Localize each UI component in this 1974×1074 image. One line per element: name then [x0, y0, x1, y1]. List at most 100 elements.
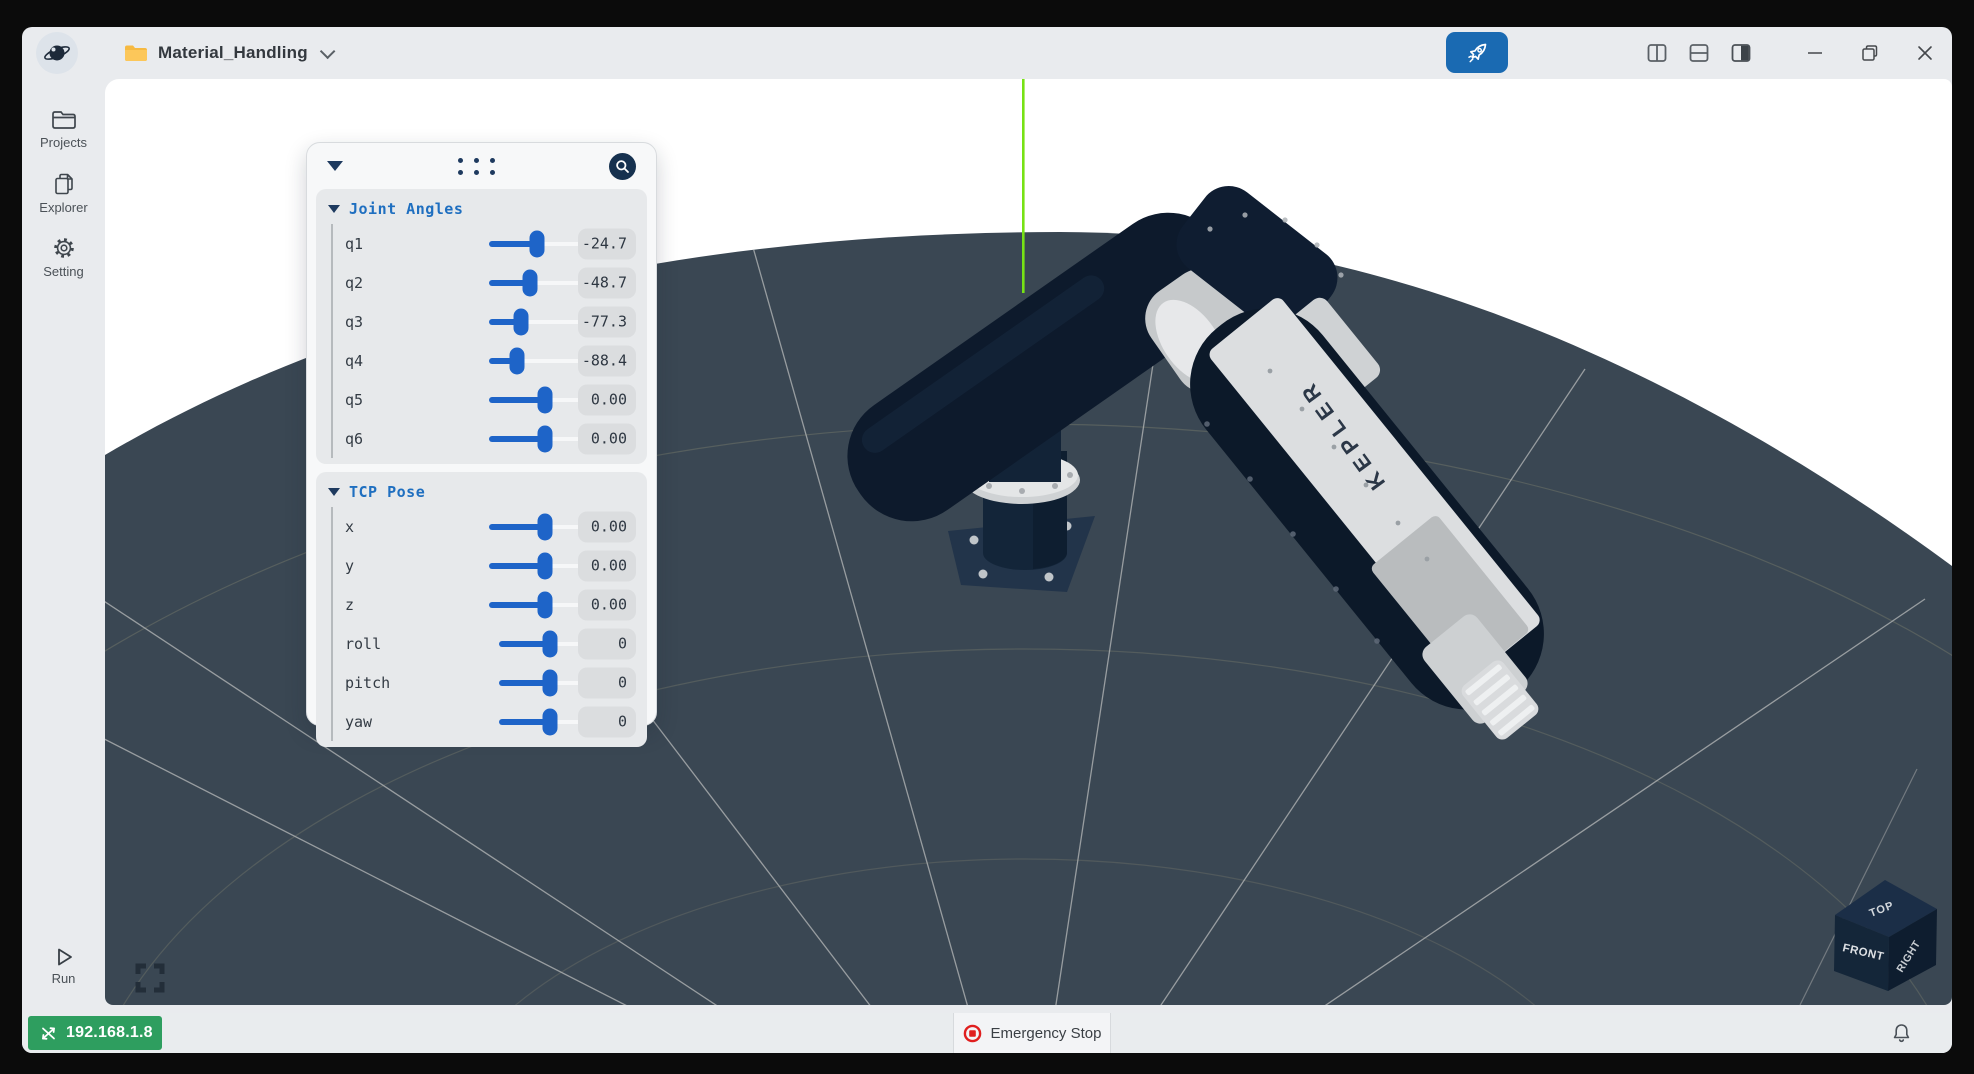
slider-thumb[interactable] — [543, 708, 558, 735]
slider-label: x — [345, 518, 354, 536]
slider-value[interactable]: 0 — [578, 667, 636, 698]
slider-rows: q1 -24.7 q2 -48.7 q3 -77.3 q4 -88.4 q5 — [331, 224, 639, 458]
search-button[interactable] — [609, 153, 636, 180]
ip-address: 192.168.1.8 — [66, 1024, 153, 1042]
bell-icon — [1891, 1022, 1912, 1044]
slider-thumb[interactable] — [530, 230, 545, 257]
planet-icon — [42, 38, 72, 68]
slider-thumb[interactable] — [538, 591, 553, 618]
sidebar-label: Projects — [40, 135, 87, 150]
split-columns-icon[interactable] — [1646, 42, 1668, 64]
emergency-stop-label: Emergency Stop — [991, 1025, 1102, 1042]
sidebar-label: Explorer — [39, 200, 87, 215]
project-selector[interactable]: Material_Handling — [124, 27, 331, 79]
slider-row: q2 -48.7 — [333, 263, 639, 302]
slider-value[interactable]: -24.7 — [578, 228, 636, 259]
folder-icon — [124, 43, 148, 63]
app-logo — [36, 32, 78, 74]
slider-row: q5 0.00 — [333, 380, 639, 419]
slider-row: q4 -88.4 — [333, 341, 639, 380]
collapse-triangle-icon — [328, 488, 340, 496]
run-button[interactable]: Run — [22, 937, 105, 995]
slider-thumb[interactable] — [510, 347, 525, 374]
slider-thumb[interactable] — [538, 386, 553, 413]
project-title: Material_Handling — [158, 43, 308, 63]
slider-label: y — [345, 557, 354, 575]
slider-row: y 0.00 — [333, 546, 639, 585]
emergency-stop-icon — [963, 1024, 982, 1043]
slider-label: q4 — [345, 352, 363, 370]
slider-label: yaw — [345, 713, 372, 731]
drag-handle-dots-icon[interactable] — [458, 158, 495, 175]
slider-value[interactable]: 0 — [578, 628, 636, 659]
collapse-triangle-icon — [328, 205, 340, 213]
slider-rows: x 0.00 y 0.00 z 0.00 roll 0 pitch — [331, 507, 639, 741]
recenter-crosshair-icon[interactable] — [131, 959, 169, 997]
slider-thumb[interactable] — [538, 425, 553, 452]
launch-button[interactable] — [1446, 32, 1508, 73]
vertical-axis-line — [1022, 79, 1025, 293]
emergency-stop-button[interactable]: Emergency Stop — [953, 1013, 1111, 1053]
sidebar-label: Setting — [43, 264, 83, 279]
slider-label: pitch — [345, 674, 390, 692]
slider-thumb[interactable] — [543, 669, 558, 696]
slider-thumb[interactable] — [538, 552, 553, 579]
slider-value[interactable]: -48.7 — [578, 267, 636, 298]
joint-control-panel: Joint Angles q1 -24.7 q2 -48.7 q3 -77.3 … — [306, 142, 657, 726]
slider-row: pitch 0 — [333, 663, 639, 702]
slider-row: q6 0.00 — [333, 419, 639, 458]
slider-value[interactable]: 0 — [578, 706, 636, 737]
sidebar: Projects Explorer Setting Run — [22, 79, 105, 1013]
slider-value[interactable]: 0.00 — [578, 550, 636, 581]
rocket-icon — [1464, 40, 1490, 66]
connection-swap-icon — [40, 1025, 57, 1042]
connection-badge[interactable]: 192.168.1.8 — [28, 1016, 162, 1050]
notifications-button[interactable] — [1891, 1013, 1912, 1053]
restore-icon[interactable] — [1859, 42, 1881, 64]
dropdown-triangle-icon[interactable] — [327, 161, 343, 171]
section-header[interactable]: Joint Angles — [324, 197, 639, 224]
section-tcp-pose: TCP Pose x 0.00 y 0.00 z 0.00 roll — [316, 472, 647, 747]
slider-thumb[interactable] — [543, 630, 558, 657]
slider-row: z 0.00 — [333, 585, 639, 624]
slider-row: roll 0 — [333, 624, 639, 663]
search-icon — [615, 159, 630, 174]
slider-value[interactable]: 0.00 — [578, 589, 636, 620]
panel-sections: Joint Angles q1 -24.7 q2 -48.7 q3 -77.3 … — [307, 189, 656, 747]
slider-value[interactable]: -77.3 — [578, 306, 636, 337]
slider-thumb[interactable] — [513, 308, 528, 335]
sidebar-right-icon[interactable] — [1730, 42, 1752, 64]
slider-label: z — [345, 596, 354, 614]
slider-thumb[interactable] — [522, 269, 537, 296]
viewport-3d[interactable]: KEPLER — [105, 79, 1952, 1005]
folder-outline-icon — [51, 109, 77, 131]
sidebar-item-explorer[interactable]: Explorer — [22, 161, 105, 225]
copy-pages-icon — [52, 172, 76, 196]
slider-label: q6 — [345, 430, 363, 448]
play-icon — [53, 946, 75, 968]
slider-thumb[interactable] — [538, 513, 553, 540]
slider-value[interactable]: -88.4 — [578, 345, 636, 376]
window-controls — [1804, 27, 1936, 79]
slider-label: q5 — [345, 391, 363, 409]
sidebar-item-projects[interactable]: Projects — [22, 97, 105, 161]
close-icon[interactable] — [1914, 42, 1936, 64]
slider-value[interactable]: 0.00 — [578, 511, 636, 542]
chevron-down-icon — [320, 43, 336, 59]
section-joint-angles: Joint Angles q1 -24.7 q2 -48.7 q3 -77.3 … — [316, 189, 647, 464]
slider-label: roll — [345, 635, 381, 653]
titlebar: Material_Handling — [22, 27, 1952, 79]
section-header[interactable]: TCP Pose — [324, 480, 639, 507]
split-rows-icon[interactable] — [1688, 42, 1710, 64]
slider-label: q1 — [345, 235, 363, 253]
slider-value[interactable]: 0.00 — [578, 384, 636, 415]
minimize-icon[interactable] — [1804, 42, 1826, 64]
layout-controls — [1646, 27, 1752, 79]
app-window: Material_Handling — [22, 27, 1952, 1053]
slider-value[interactable]: 0.00 — [578, 423, 636, 454]
statusbar: 192.168.1.8 Emergency Stop — [22, 1013, 1952, 1053]
slider-label: q3 — [345, 313, 363, 331]
section-title: TCP Pose — [349, 483, 425, 501]
sidebar-item-setting[interactable]: Setting — [22, 225, 105, 289]
run-label: Run — [52, 971, 76, 986]
